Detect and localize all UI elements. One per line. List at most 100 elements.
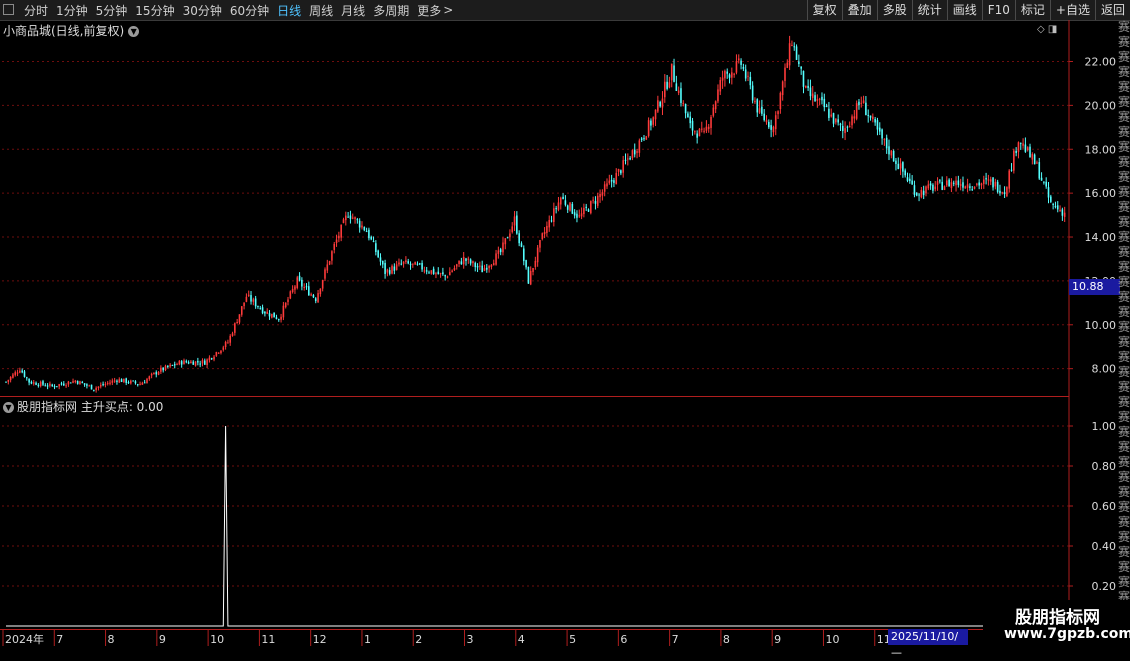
candle-body <box>860 102 863 104</box>
stock-title: 小商品城(日线,前复权) <box>3 24 125 38</box>
candle-body <box>9 376 12 381</box>
candle-body <box>247 294 250 296</box>
candle-body <box>183 360 185 365</box>
candle-body <box>273 312 275 318</box>
candle-body <box>199 363 201 365</box>
candle-body <box>169 364 171 367</box>
candle-body <box>765 120 768 123</box>
candle-body <box>601 192 604 196</box>
candle-body <box>881 129 883 139</box>
candle-body <box>596 195 599 206</box>
indicator-title[interactable]: ▼ 股朋指标网 主升买点: 0.00 <box>3 398 163 415</box>
candle-body <box>925 186 927 194</box>
candle-body <box>888 146 890 155</box>
candle-body <box>899 163 902 169</box>
candle-body <box>929 183 932 186</box>
candle-body <box>594 201 597 204</box>
candle-body <box>522 248 525 262</box>
candle-body <box>257 305 259 307</box>
candle-body <box>284 302 287 308</box>
candle-body <box>301 279 303 287</box>
candle-body <box>1036 162 1038 164</box>
candle-body <box>412 263 414 265</box>
candle-body <box>742 67 745 69</box>
candle-body <box>1059 209 1061 211</box>
candle-body <box>818 98 821 100</box>
y-tick-label: 16.00 <box>1085 187 1117 200</box>
candle-body <box>136 384 139 386</box>
candle-body <box>157 372 160 375</box>
candle-body <box>141 382 144 385</box>
restore-window-icon[interactable]: ◨ <box>1048 24 1057 35</box>
candle-body <box>238 314 241 323</box>
candle-body <box>134 381 137 384</box>
candle-body <box>35 382 37 385</box>
candle-body <box>109 382 111 384</box>
candle-body <box>696 133 698 138</box>
candle-body <box>518 233 520 244</box>
candle-body <box>862 100 865 103</box>
candle-body <box>303 287 305 289</box>
candle-body <box>118 379 121 383</box>
candle-body <box>959 184 962 186</box>
candle-body <box>444 275 446 277</box>
candle-body <box>811 93 814 98</box>
candle-body <box>992 177 994 188</box>
diamond-icon[interactable]: ◇ <box>1037 24 1045 35</box>
indicator-dropdown-icon[interactable]: ▼ <box>3 402 14 413</box>
candle-body <box>344 215 347 221</box>
candle-body <box>622 160 624 173</box>
candle-body <box>488 265 490 269</box>
candle-body <box>88 385 91 387</box>
candle-body <box>58 384 60 387</box>
candle-body <box>368 229 370 239</box>
candle-body <box>178 360 181 365</box>
candle-body <box>770 125 772 130</box>
candle-body <box>976 183 978 185</box>
candle-body <box>654 109 657 120</box>
x-tick-label: 3 <box>467 633 474 646</box>
candle-body <box>287 299 289 302</box>
candle-body <box>111 380 114 383</box>
candle-body <box>1024 144 1027 152</box>
candle-body <box>335 239 338 243</box>
candle-body <box>460 261 463 265</box>
chart-window-icons[interactable]: ◇ ◨ <box>1037 24 1057 35</box>
candle-body <box>243 302 245 307</box>
candle-body <box>1003 192 1006 195</box>
candle-body <box>585 206 587 208</box>
candle-body <box>74 380 77 382</box>
candle-body <box>737 58 740 61</box>
candle-body <box>384 263 386 274</box>
candle-body <box>474 262 477 268</box>
candle-body <box>483 268 486 271</box>
candle-body <box>171 364 174 366</box>
candle-body <box>298 275 301 281</box>
candle-body <box>1052 203 1054 205</box>
candle-body <box>756 99 759 113</box>
candle-body <box>266 311 269 314</box>
candle-body <box>740 60 742 65</box>
candle-body <box>333 243 336 250</box>
candle-body <box>700 128 703 130</box>
crosshair-date-badge: 2025/11/10/— <box>888 629 968 659</box>
candle-body <box>668 82 671 88</box>
grid-lines <box>2 60 1069 587</box>
kline-chart[interactable]: 8.0010.0012.0014.0016.0018.0020.0022.000… <box>0 0 1130 650</box>
main-chart-title[interactable]: 小商品城(日线,前复权) ▼ <box>3 22 140 39</box>
y-tick-label: 8.00 <box>1092 363 1117 376</box>
candle-body <box>12 374 14 378</box>
candle-body <box>1008 170 1011 189</box>
candle-body <box>950 182 953 189</box>
y-tick-label: 22.00 <box>1085 55 1117 68</box>
candle-body <box>173 364 176 366</box>
candle-body <box>127 382 130 384</box>
candle-body <box>310 294 312 296</box>
candle-body <box>481 265 483 273</box>
candle-body <box>46 385 49 387</box>
candle-body <box>416 263 419 265</box>
dropdown-chevron-icon[interactable]: ▼ <box>128 26 140 37</box>
candle-body <box>772 126 775 133</box>
candle-body <box>495 253 497 265</box>
candle-body <box>832 113 835 124</box>
